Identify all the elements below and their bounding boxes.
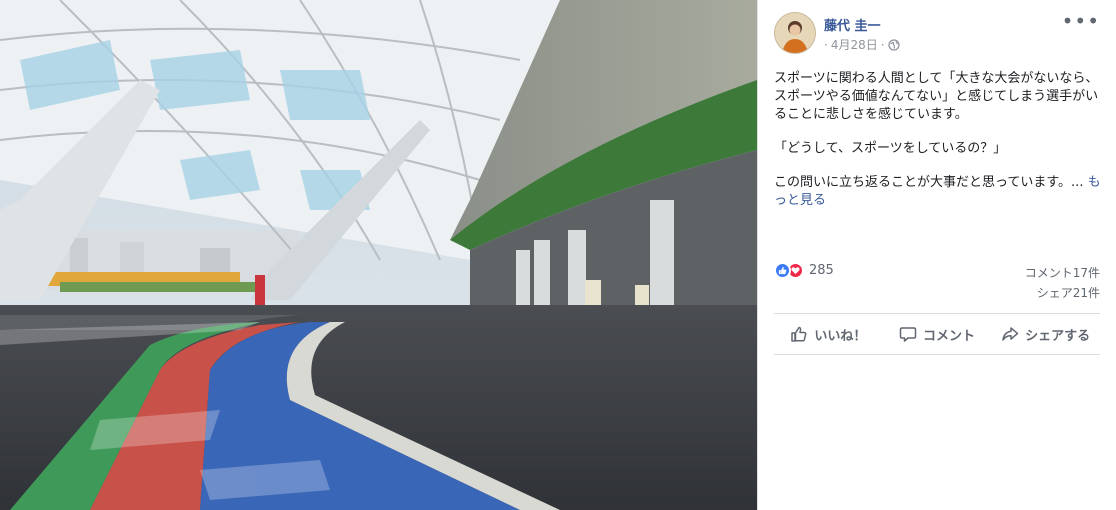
post-paragraph: スポーツに関わる人間として「大きな大会がないなら、スポーツやる価値なんてない」と… bbox=[774, 71, 1099, 122]
share-button[interactable]: シェアする bbox=[991, 314, 1100, 354]
avatar[interactable] bbox=[774, 12, 816, 54]
comment-button[interactable]: コメント bbox=[883, 314, 992, 354]
post-meta: · 4月28日 · bbox=[824, 36, 900, 53]
like-icon bbox=[774, 262, 791, 279]
post-stats: 285 コメント17件 シェア21件 bbox=[774, 262, 1100, 306]
meta-separator: · bbox=[824, 37, 828, 52]
like-button[interactable]: いいね！ bbox=[774, 314, 883, 354]
post-header: 藤代 圭一 · 4月28日 · ••• bbox=[774, 11, 1104, 56]
author-name[interactable]: 藤代 圭一 bbox=[824, 15, 881, 34]
share-label: シェアする bbox=[1025, 328, 1091, 344]
shares-count[interactable]: シェア21件 bbox=[1037, 284, 1100, 301]
post-panel: 藤代 圭一 · 4月28日 · ••• スポーツに関わる人間として「大きな大会が… bbox=[757, 0, 1116, 510]
like-label: いいね！ bbox=[814, 328, 867, 344]
comment-label: コメント bbox=[923, 328, 976, 344]
post-paragraph-last: この問いに立ち返ることが大事だと思っています。... もっと見る bbox=[774, 174, 1104, 210]
more-options-icon[interactable]: ••• bbox=[1062, 11, 1100, 31]
post-body: スポーツに関わる人間として「大きな大会がないなら、スポーツやる価値なんてない」と… bbox=[774, 70, 1104, 226]
reaction-count: 285 bbox=[809, 263, 834, 278]
post-paragraph: 「どうして、スポーツをしているの？」 bbox=[774, 141, 1007, 156]
avatar-image bbox=[775, 13, 815, 53]
post-paragraph-text: この問いに立ち返ることが大事だと思っています。... bbox=[774, 175, 1084, 190]
action-bar: いいね！ コメント シェアする bbox=[774, 313, 1100, 355]
stadium-photo bbox=[0, 0, 757, 510]
meta-separator-2: · bbox=[880, 37, 885, 52]
post-photo[interactable] bbox=[0, 0, 757, 510]
share-icon bbox=[1002, 327, 1019, 341]
globe-icon bbox=[887, 38, 900, 51]
comment-icon bbox=[899, 327, 917, 342]
reactions-summary[interactable]: 285 bbox=[774, 262, 834, 279]
comments-count[interactable]: コメント17件 bbox=[1025, 264, 1100, 281]
post-date[interactable]: 4月28日 bbox=[831, 36, 878, 53]
thumbs-up-icon bbox=[791, 326, 807, 342]
